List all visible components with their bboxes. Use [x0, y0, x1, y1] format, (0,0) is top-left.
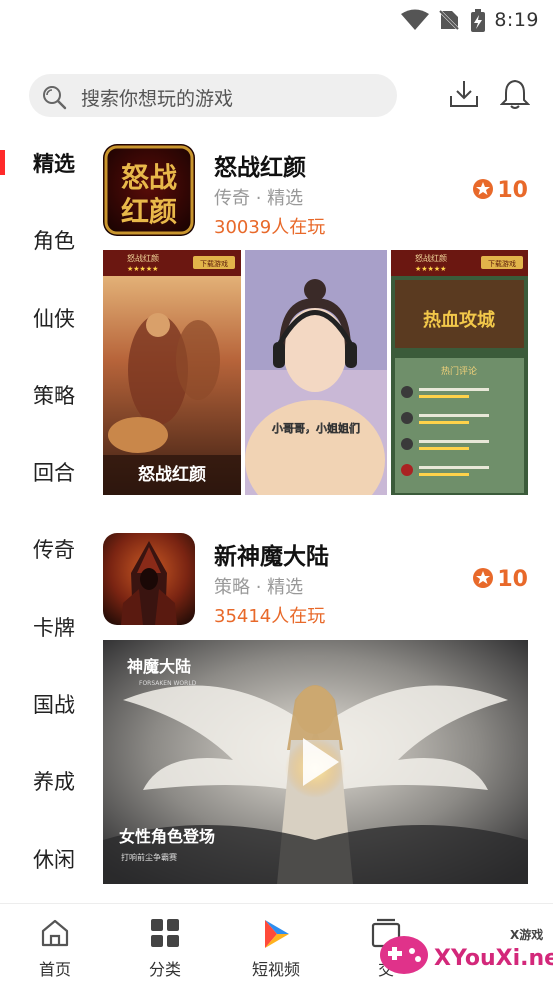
video-logo-sub: FORSAKEN WORLD [139, 680, 197, 687]
watermark-text: XYouXi.net [434, 946, 553, 971]
sidebar-item-label: 卡牌 [33, 616, 75, 640]
game-list: 怒战 红颜 怒战红颜 传奇 · 精选 30039人在玩 10 怒战红颜 ★★★★… [92, 122, 553, 902]
screenshot-3-download: 下载游戏 [488, 259, 516, 268]
sidebar-item-label: 养成 [33, 770, 75, 794]
icon-text-bottom: 红颜 [121, 195, 177, 228]
game-icon-art [103, 533, 195, 625]
game-icon-art: 怒战 红颜 [103, 144, 195, 236]
nav-label: 首页 [38, 960, 71, 979]
screenshot-3-section: 热门评论 [441, 365, 477, 377]
watermark-logo: X游戏 XYouXi.net [380, 927, 553, 974]
no-sim-icon [438, 9, 460, 31]
sidebar-item-chuanqi[interactable]: 传奇 [0, 523, 92, 573]
game-name[interactable]: 怒战红颜 [214, 148, 306, 182]
nav-category[interactable]: 分类 [110, 904, 220, 983]
sidebar-item-xiuxian[interactable]: 休闲 [0, 833, 92, 883]
sidebar-item-label: 仙侠 [33, 307, 75, 331]
nav-short-video[interactable]: 短视频 [221, 904, 331, 983]
star-badge-icon [473, 179, 494, 199]
download-icon[interactable] [448, 78, 480, 110]
screenshot-1[interactable]: 怒战红颜 ★★★★★ 下载游戏 怒战红颜 [103, 250, 241, 495]
game-tags: 传奇 · 精选 [214, 188, 304, 209]
wifi-icon [401, 9, 429, 30]
sidebar-item-label: 精选 [33, 152, 75, 176]
video-icon [265, 920, 289, 948]
game-icon[interactable] [103, 533, 195, 625]
screenshot-1-banner: 怒战红颜 [138, 464, 206, 485]
status-bar: 8:19 [0, 0, 553, 40]
screenshot-1-download: 下载游戏 [200, 259, 228, 268]
search-placeholder[interactable]: 搜索你想玩的游戏 [81, 84, 233, 111]
nav-home[interactable]: 首页 [0, 904, 110, 983]
sidebar-item-juese[interactable]: 角色 [0, 214, 92, 264]
screenshot-3-banner: 热血攻城 [423, 309, 495, 331]
icon-text-top: 怒战 [121, 161, 177, 194]
game-screenshots[interactable]: 怒战红颜 ★★★★★ 下载游戏 怒战红颜 小哥哥，小姐姐们 怒战红颜 ★★★★★… [103, 250, 528, 495]
sidebar-item-huihe[interactable]: 回合 [0, 446, 92, 496]
video-caption: 小哥哥，小姐姐们 [271, 421, 360, 435]
watermark-small: X游戏 [510, 927, 543, 942]
sidebar-item-guozhan[interactable]: 国战 [0, 678, 92, 728]
game-video[interactable]: 神魔大陆 FORSAKEN WORLD 女性角色登场 打响前尘争霸赛 [103, 640, 528, 884]
sidebar-item-yangcheng[interactable]: 养成 [0, 755, 92, 805]
sidebar-item-label: 传奇 [33, 538, 75, 562]
score-value: 10 [497, 567, 528, 592]
category-sidebar: 精选 角色 仙侠 策略 回合 传奇 卡牌 国战 养成 休闲 [0, 122, 92, 902]
star-badge-icon [473, 568, 494, 588]
sidebar-item-label: 策略 [33, 384, 75, 408]
sidebar-item-celue[interactable]: 策略 [0, 369, 92, 419]
bell-icon[interactable] [500, 78, 530, 110]
nav-label: 分类 [148, 960, 181, 979]
sidebar-item-jingxuan[interactable]: 精选 [0, 137, 92, 187]
svg-text:★★★★★: ★★★★★ [415, 265, 446, 273]
svg-text:★★★★★: ★★★★★ [127, 265, 158, 273]
status-time: 8:19 [494, 9, 539, 31]
video-caption: 女性角色登场 [119, 827, 215, 846]
video-logo: 神魔大陆 [127, 657, 191, 676]
game-tags: 策略 · 精选 [214, 577, 304, 598]
header: 搜索你想玩的游戏 [0, 70, 553, 122]
video-thumbnail[interactable]: 神魔大陆 FORSAKEN WORLD 女性角色登场 打响前尘争霸赛 [103, 640, 528, 884]
active-indicator [0, 150, 5, 175]
screenshot-3[interactable]: 怒战红颜 ★★★★★ 下载游戏 热血攻城 热门评论 [391, 250, 528, 495]
search-icon [43, 86, 67, 110]
sidebar-item-label: 国战 [33, 693, 75, 717]
screenshot-1-title: 怒战红颜 [127, 253, 159, 263]
game-icon[interactable]: 怒战 红颜 [103, 144, 195, 236]
sidebar-item-label: 休闲 [33, 848, 75, 872]
sidebar-item-xianxia[interactable]: 仙侠 [0, 292, 92, 342]
game-players: 35414人在玩 [214, 606, 326, 627]
game-score: 10 [472, 567, 528, 592]
home-icon [41, 919, 69, 947]
watermark: X游戏 XYouXi.net [376, 915, 553, 983]
search-bar[interactable]: 搜索你想玩的游戏 [29, 74, 397, 117]
sidebar-item-label: 角色 [33, 229, 75, 253]
game-name[interactable]: 新神魔大陆 [214, 537, 329, 571]
nav-label: 短视频 [251, 960, 300, 979]
game-players: 30039人在玩 [214, 217, 326, 238]
sidebar-item-kapai[interactable]: 卡牌 [0, 601, 92, 651]
sidebar-item-label: 回合 [33, 461, 75, 485]
video-caption-sub: 打响前尘争霸赛 [121, 852, 177, 862]
screenshot-2[interactable]: 小哥哥，小姐姐们 [245, 250, 387, 495]
game-score: 10 [472, 178, 528, 203]
category-icon [151, 919, 179, 947]
score-value: 10 [497, 178, 528, 203]
battery-charging-icon [471, 9, 485, 32]
screenshot-3-title: 怒战红颜 [415, 253, 447, 263]
